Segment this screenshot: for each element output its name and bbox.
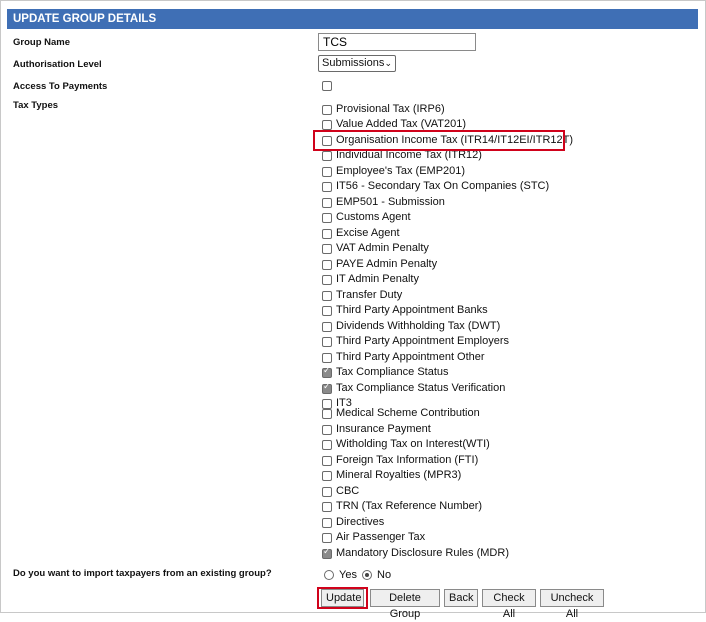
tax-type-checkbox[interactable] bbox=[322, 547, 332, 559]
authorisation-level-value: Submissions bbox=[322, 57, 385, 69]
tax-type-checkbox[interactable] bbox=[322, 244, 332, 254]
tax-type-checkbox[interactable] bbox=[322, 409, 332, 419]
tax-type-checkbox[interactable] bbox=[322, 260, 332, 270]
tax-type-label: PAYE Admin Penalty bbox=[336, 258, 438, 270]
tax-type-checkbox[interactable] bbox=[322, 229, 332, 239]
tax-type-checkbox[interactable] bbox=[322, 198, 332, 208]
tax-type-label: Transfer Duty bbox=[336, 289, 403, 301]
tax-type-label: Foreign Tax Information (FTI) bbox=[336, 454, 479, 466]
tax-type-label: IT56 - Secondary Tax On Companies (STC) bbox=[336, 180, 550, 192]
import-no-radio[interactable] bbox=[362, 570, 372, 580]
tax-type-checkbox[interactable] bbox=[322, 425, 332, 435]
tax-type-label: Mandatory Disclosure Rules (MDR) bbox=[336, 547, 509, 559]
tax-type-label: EMP501 - Submission bbox=[336, 196, 445, 208]
access-to-payments-checkbox[interactable] bbox=[322, 81, 332, 91]
tax-type-label: CBC bbox=[336, 485, 360, 497]
highlight-organisation-income-tax bbox=[313, 130, 565, 151]
tax-type-checkbox[interactable] bbox=[322, 167, 332, 177]
tax-type-label: Provisional Tax (IRP6) bbox=[336, 103, 445, 115]
tax-type-label: VAT Admin Penalty bbox=[336, 242, 429, 254]
tax-type-label: Dividends Withholding Tax (DWT) bbox=[336, 320, 501, 332]
tax-type-checkbox[interactable] bbox=[322, 322, 332, 332]
authorisation-level-label: Authorisation Level bbox=[13, 59, 102, 70]
chevron-down-icon: ⌄ bbox=[384, 58, 392, 68]
tax-type-checkbox[interactable] bbox=[322, 518, 332, 528]
tax-types-label: Tax Types bbox=[13, 100, 59, 111]
tax-type-checkbox[interactable] bbox=[322, 440, 332, 450]
import-yes-radio[interactable] bbox=[324, 570, 334, 580]
tax-type-label: Insurance Payment bbox=[336, 423, 431, 435]
tax-type-checkbox[interactable] bbox=[322, 366, 332, 378]
group-name-label: Group Name bbox=[13, 37, 71, 48]
tax-type-label: Medical Scheme Contribution bbox=[336, 407, 480, 419]
form-header: UPDATE GROUP DETAILS bbox=[7, 9, 698, 29]
tax-type-label: Third Party Appointment Banks bbox=[336, 304, 488, 316]
import-question-label: Do you want to import taxpayers from an … bbox=[13, 568, 272, 579]
delete-group-button[interactable]: Delete Group bbox=[370, 589, 440, 620]
tax-type-checkbox[interactable] bbox=[322, 533, 332, 543]
tax-type-label: Third Party Appointment Other bbox=[336, 351, 485, 363]
tax-type-label: Third Party Appointment Employers bbox=[336, 335, 510, 347]
tax-type-checkbox[interactable] bbox=[322, 275, 332, 285]
tax-type-checkbox[interactable] bbox=[322, 382, 332, 394]
tax-type-checkbox[interactable] bbox=[322, 353, 332, 363]
tax-type-label: Mineral Royalties (MPR3) bbox=[336, 469, 462, 481]
tax-type-checkbox[interactable] bbox=[322, 151, 332, 161]
group-name-input[interactable] bbox=[318, 33, 476, 51]
tax-type-label: Air Passenger Tax bbox=[336, 531, 426, 543]
back-button[interactable]: Back bbox=[444, 589, 478, 607]
tax-type-checkbox[interactable] bbox=[322, 399, 332, 409]
tax-type-checkbox[interactable] bbox=[322, 291, 332, 301]
tax-type-checkbox[interactable] bbox=[322, 487, 332, 497]
tax-type-label: Witholding Tax on Interest(WTI) bbox=[336, 438, 490, 450]
tax-type-label: Tax Compliance Status Verification bbox=[336, 382, 506, 394]
tax-type-checkbox[interactable] bbox=[322, 182, 332, 192]
tax-type-label: Value Added Tax (VAT201) bbox=[336, 118, 467, 130]
check-all-button[interactable]: Check All bbox=[482, 589, 536, 620]
access-to-payments-label: Access To Payments bbox=[13, 81, 108, 92]
uncheck-all-button[interactable]: Uncheck All bbox=[540, 589, 604, 620]
tax-type-checkbox[interactable] bbox=[322, 213, 332, 223]
import-no-label: No bbox=[377, 569, 392, 581]
tax-type-checkbox[interactable] bbox=[322, 105, 332, 115]
authorisation-level-select[interactable]: Submissions ⌄ bbox=[318, 55, 396, 72]
tax-type-label: Employee's Tax (EMP201) bbox=[336, 165, 466, 177]
tax-type-checkbox[interactable] bbox=[322, 502, 332, 512]
tax-type-label: Excise Agent bbox=[336, 227, 400, 239]
tax-type-checkbox[interactable] bbox=[322, 120, 332, 130]
tax-type-label: Directives bbox=[336, 516, 385, 528]
tax-type-checkbox[interactable] bbox=[322, 337, 332, 347]
highlight-update-button bbox=[317, 587, 368, 609]
tax-type-label: Customs Agent bbox=[336, 211, 411, 223]
tax-type-checkbox[interactable] bbox=[322, 456, 332, 466]
tax-type-label: IT Admin Penalty bbox=[336, 273, 419, 285]
import-yes-label: Yes bbox=[339, 569, 357, 581]
tax-type-label: TRN (Tax Reference Number) bbox=[336, 500, 483, 512]
tax-type-checkbox[interactable] bbox=[322, 306, 332, 316]
tax-type-label: Tax Compliance Status bbox=[336, 366, 449, 378]
tax-type-checkbox[interactable] bbox=[322, 471, 332, 481]
